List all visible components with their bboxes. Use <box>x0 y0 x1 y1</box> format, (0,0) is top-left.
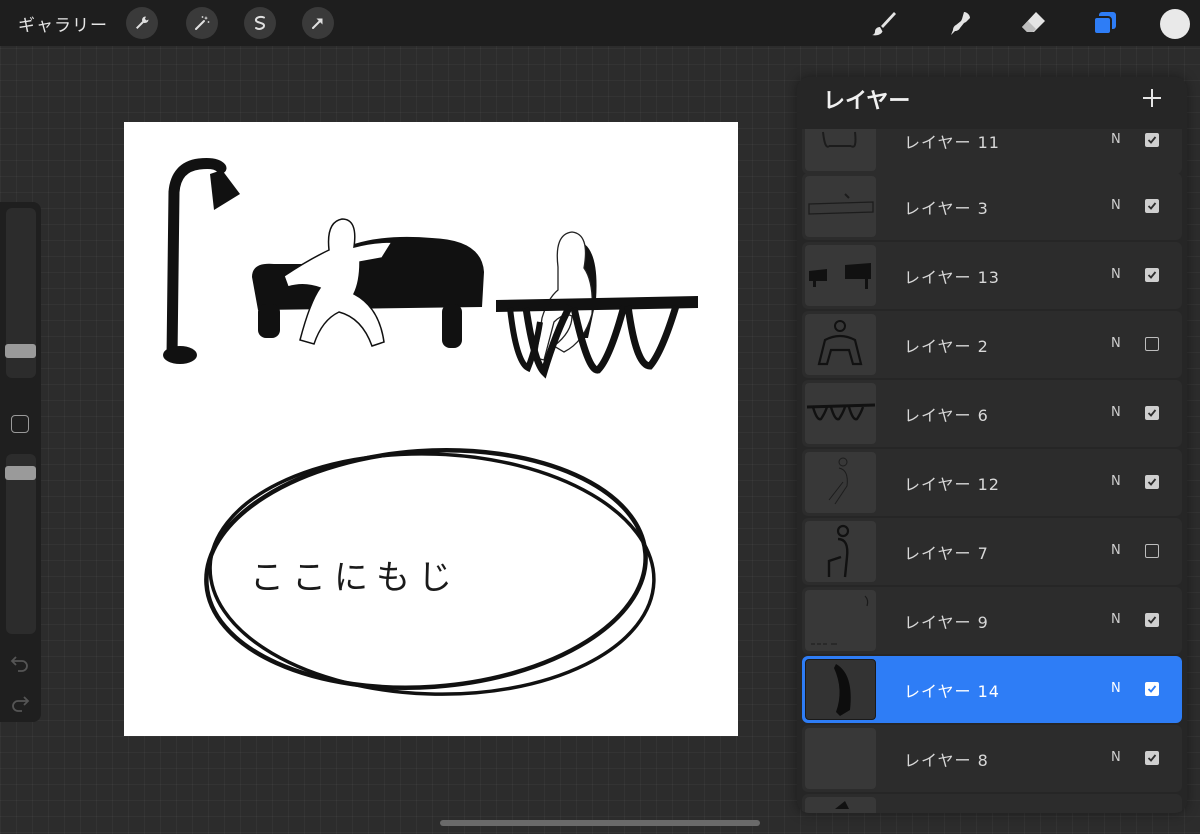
blend-mode-button[interactable]: N <box>1111 132 1121 147</box>
color-picker-swatch[interactable] <box>1160 9 1190 39</box>
wrench-icon[interactable] <box>126 7 158 39</box>
plus-icon[interactable] <box>1137 83 1167 113</box>
layer-name: レイヤー 7 <box>904 544 989 563</box>
layer-thumbnail <box>805 659 876 720</box>
undo-icon[interactable] <box>10 652 30 676</box>
panel-title: レイヤー <box>823 89 911 114</box>
visibility-checkbox[interactable] <box>1145 682 1159 696</box>
visibility-checkbox[interactable] <box>1145 133 1159 147</box>
visibility-checkbox[interactable] <box>1145 475 1159 489</box>
visibility-checkbox[interactable] <box>1145 268 1159 282</box>
selection-icon[interactable] <box>244 7 276 39</box>
layer-thumbnail <box>805 452 876 513</box>
handwritten-text: ここにもじ <box>250 558 460 598</box>
layers-icon[interactable] <box>1089 7 1121 39</box>
modify-button[interactable] <box>11 415 29 433</box>
opacity-slider[interactable] <box>6 454 36 634</box>
blend-mode-button[interactable]: N <box>1111 198 1121 213</box>
blend-mode-button[interactable]: N <box>1111 750 1121 765</box>
layer-row-partial[interactable] <box>802 794 1182 813</box>
redo-icon[interactable] <box>10 692 30 716</box>
canvas-artwork <box>163 158 698 696</box>
blend-mode-button[interactable]: N <box>1111 474 1121 489</box>
visibility-checkbox[interactable] <box>1145 199 1159 213</box>
table-drawing <box>496 231 698 379</box>
blend-mode-button[interactable]: N <box>1111 336 1121 351</box>
layers-panel: レイヤー 11 N レイヤー 3 N レイヤー 13 N レイヤー 2 N レイ… <box>797 77 1187 813</box>
opacity-thumb[interactable] <box>5 466 36 480</box>
layer-name: レイヤー 12 <box>904 475 1000 494</box>
procreate-app: ギャラリー ここにもじ レイヤー 11 N レイヤー 3 N レイヤー 13 N… <box>0 0 1200 834</box>
brush-size-thumb[interactable] <box>5 344 36 358</box>
layer-row[interactable]: レイヤー 13 N <box>802 242 1182 309</box>
blend-mode-button[interactable]: N <box>1111 267 1121 282</box>
blend-mode-button[interactable]: N <box>1111 612 1121 627</box>
blend-mode-button[interactable]: N <box>1111 405 1121 420</box>
layer-thumbnail <box>805 314 876 375</box>
layers-panel-header: レイヤー <box>797 77 1187 129</box>
layer-row[interactable]: レイヤー 12 N <box>802 449 1182 516</box>
layer-name: レイヤー 11 <box>904 133 1000 152</box>
layer-list: レイヤー 11 N レイヤー 3 N レイヤー 13 N レイヤー 2 N レイ… <box>797 77 1187 813</box>
visibility-checkbox[interactable] <box>1145 613 1159 627</box>
visibility-checkbox[interactable] <box>1145 406 1159 420</box>
brush-icon[interactable] <box>868 7 900 39</box>
eraser-icon[interactable] <box>1017 7 1049 39</box>
blend-mode-button[interactable]: N <box>1111 681 1121 696</box>
layer-name: レイヤー 8 <box>904 751 989 770</box>
blend-mode-button[interactable]: N <box>1111 543 1121 558</box>
layer-name: レイヤー 2 <box>904 337 989 356</box>
layer-row[interactable]: レイヤー 3 N <box>802 173 1182 240</box>
lamp-drawing <box>163 158 240 364</box>
top-toolbar: ギャラリー <box>0 0 1200 46</box>
layer-row[interactable]: レイヤー 9 N <box>802 587 1182 654</box>
visibility-checkbox[interactable] <box>1145 544 1159 558</box>
layer-thumbnail <box>805 728 876 789</box>
layer-name: レイヤー 13 <box>904 268 1000 287</box>
couch-drawing <box>252 218 484 348</box>
layer-thumbnail <box>805 521 876 582</box>
layer-thumbnail <box>805 245 876 306</box>
layer-name: レイヤー 6 <box>904 406 989 425</box>
magic-wand-icon[interactable] <box>186 7 218 39</box>
layer-name: レイヤー 3 <box>904 199 989 218</box>
layer-row[interactable]: レイヤー 7 N <box>802 518 1182 585</box>
home-indicator[interactable] <box>440 820 760 826</box>
layer-name: レイヤー 9 <box>904 613 989 632</box>
gallery-button[interactable]: ギャラリー <box>18 11 108 36</box>
drawing-canvas[interactable]: ここにもじ <box>124 122 738 736</box>
visibility-checkbox[interactable] <box>1145 751 1159 765</box>
visibility-checkbox[interactable] <box>1145 337 1159 351</box>
layer-row[interactable]: レイヤー 8 N <box>802 725 1182 792</box>
layer-row[interactable]: レイヤー 6 N <box>802 380 1182 447</box>
layer-thumbnail <box>805 176 876 237</box>
layer-row[interactable]: レイヤー 2 N <box>802 311 1182 378</box>
layer-thumbnail <box>805 383 876 444</box>
layer-row-active[interactable]: レイヤー 14 N <box>802 656 1182 723</box>
layer-name: レイヤー 14 <box>904 682 1000 701</box>
left-sidebar <box>0 202 41 722</box>
layer-thumbnail <box>805 797 876 813</box>
smudge-icon[interactable] <box>945 7 977 39</box>
transform-arrow-icon[interactable] <box>302 7 334 39</box>
layer-thumbnail <box>805 590 876 651</box>
